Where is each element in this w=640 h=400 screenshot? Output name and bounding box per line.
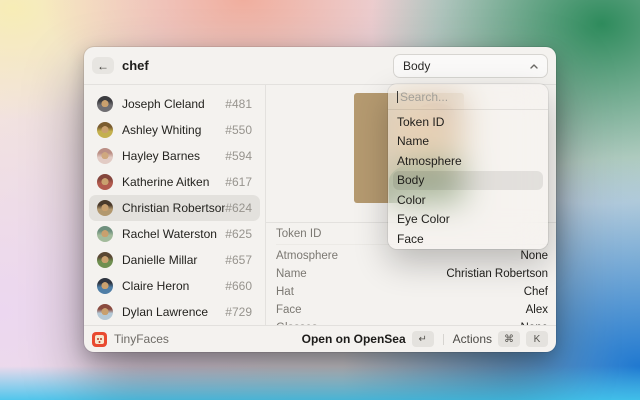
dropdown-item[interactable]: Color [393, 190, 543, 210]
avatar [97, 122, 113, 138]
list-item-name: Rachel Waterston [122, 227, 225, 241]
filter-dropdown-panel: Search... Token IDNameAtmosphereBodyColo… [388, 84, 548, 249]
avatar [97, 304, 113, 320]
enter-key-icon[interactable]: ↵ [412, 331, 434, 347]
dropdown-item[interactable]: Atmosphere [393, 151, 543, 171]
metadata-row: AtmosphereNone [276, 247, 548, 265]
footer-actions: Open on OpenSea ↵ Actions ⌘ K [302, 331, 548, 347]
metadata-value: Alex [526, 304, 548, 316]
list-item[interactable]: Katherine Aitken#617 [89, 169, 260, 195]
back-arrow-icon: ← [97, 59, 109, 73]
dropdown-item[interactable]: Face [393, 229, 543, 249]
metadata-row: NameChristian Robertson [276, 265, 548, 283]
k-key-icon[interactable]: K [526, 331, 548, 347]
back-button[interactable]: ← [92, 57, 114, 74]
list-item[interactable]: Ashley Whiting#550 [89, 117, 260, 143]
list-item[interactable]: Hayley Barnes#594 [89, 143, 260, 169]
avatar [97, 252, 113, 268]
actions-button[interactable]: Actions [453, 332, 492, 346]
app-name: TinyFaces [114, 332, 302, 346]
list-item-token: #550 [225, 123, 252, 137]
list-item[interactable]: Claire Heron#660 [89, 273, 260, 299]
list-item[interactable]: Joseph Cleland#481 [89, 91, 260, 117]
list-item-name: Dylan Lawrence [122, 305, 225, 319]
metadata-value: Christian Robertson [446, 268, 548, 280]
chevron-up-icon [530, 64, 538, 69]
list-item-token: #657 [225, 253, 252, 267]
footer-bar: TinyFaces Open on OpenSea ↵ Actions ⌘ K [84, 325, 556, 352]
open-on-opensea-button[interactable]: Open on OpenSea [302, 332, 406, 346]
dropdown-search-placeholder: Search... [400, 90, 448, 104]
list-item-name: Katherine Aitken [122, 175, 225, 189]
text-cursor [397, 91, 398, 103]
search-query[interactable]: chef [122, 58, 149, 73]
dropdown-item[interactable]: Body [393, 171, 543, 191]
list-item-name: Danielle Millar [122, 253, 225, 267]
tinyfaces-logo-icon [92, 332, 107, 347]
avatar [97, 96, 113, 112]
metadata-value: Chef [524, 286, 548, 298]
list-item[interactable]: Dylan Lawrence#729 [89, 299, 260, 325]
avatar [97, 278, 113, 294]
metadata-label: Name [276, 268, 446, 280]
list-item-token: #617 [225, 175, 252, 189]
tinyfaces-window: ← chef Body Joseph Cleland#481Ashley Whi… [84, 47, 556, 352]
metadata-label: Atmosphere [276, 250, 521, 262]
header: ← chef Body [84, 47, 556, 85]
list-item[interactable]: Rachel Waterston#625 [89, 221, 260, 247]
filter-selected-value: Body [403, 59, 530, 73]
avatar [97, 226, 113, 242]
filter-dropdown-trigger[interactable]: Body [393, 54, 548, 78]
desktop-wallpaper: ← chef Body Joseph Cleland#481Ashley Whi… [0, 0, 640, 400]
dropdown-item-list: Token IDNameAtmosphereBodyColorEye Color… [388, 110, 548, 249]
metadata-label: Hat [276, 286, 524, 298]
dropdown-item[interactable]: Token ID [393, 112, 543, 132]
metadata-row: HatChef [276, 283, 548, 301]
metadata-label: Face [276, 304, 526, 316]
footer-separator [443, 334, 444, 345]
list-item-name: Joseph Cleland [122, 97, 225, 111]
list-item[interactable]: Danielle Millar#657 [89, 247, 260, 273]
cmd-key-icon[interactable]: ⌘ [498, 331, 520, 347]
list-item-token: #481 [225, 97, 252, 111]
list-item-token: #660 [225, 279, 252, 293]
metadata-row: FaceAlex [276, 301, 548, 319]
dropdown-item[interactable]: Name [393, 132, 543, 152]
list-item-name: Hayley Barnes [122, 149, 225, 163]
list-item-name: Claire Heron [122, 279, 225, 293]
metadata-value: None [521, 250, 549, 262]
avatar [97, 148, 113, 164]
list-item-token: #625 [225, 227, 252, 241]
list-item-token: #594 [225, 149, 252, 163]
list-item[interactable]: Christian Robertson#624 [89, 195, 260, 221]
dropdown-search-field[interactable]: Search... [388, 84, 548, 110]
dropdown-item[interactable]: Eye Color [393, 210, 543, 230]
list-item-token: #729 [225, 305, 252, 319]
list-item-name: Ashley Whiting [122, 123, 225, 137]
list-item-name: Christian Robertson [122, 201, 225, 215]
avatar [97, 174, 113, 190]
avatar [97, 200, 113, 216]
list-item-token: #624 [225, 201, 252, 215]
results-list: Joseph Cleland#481Ashley Whiting#550Hayl… [84, 85, 265, 325]
